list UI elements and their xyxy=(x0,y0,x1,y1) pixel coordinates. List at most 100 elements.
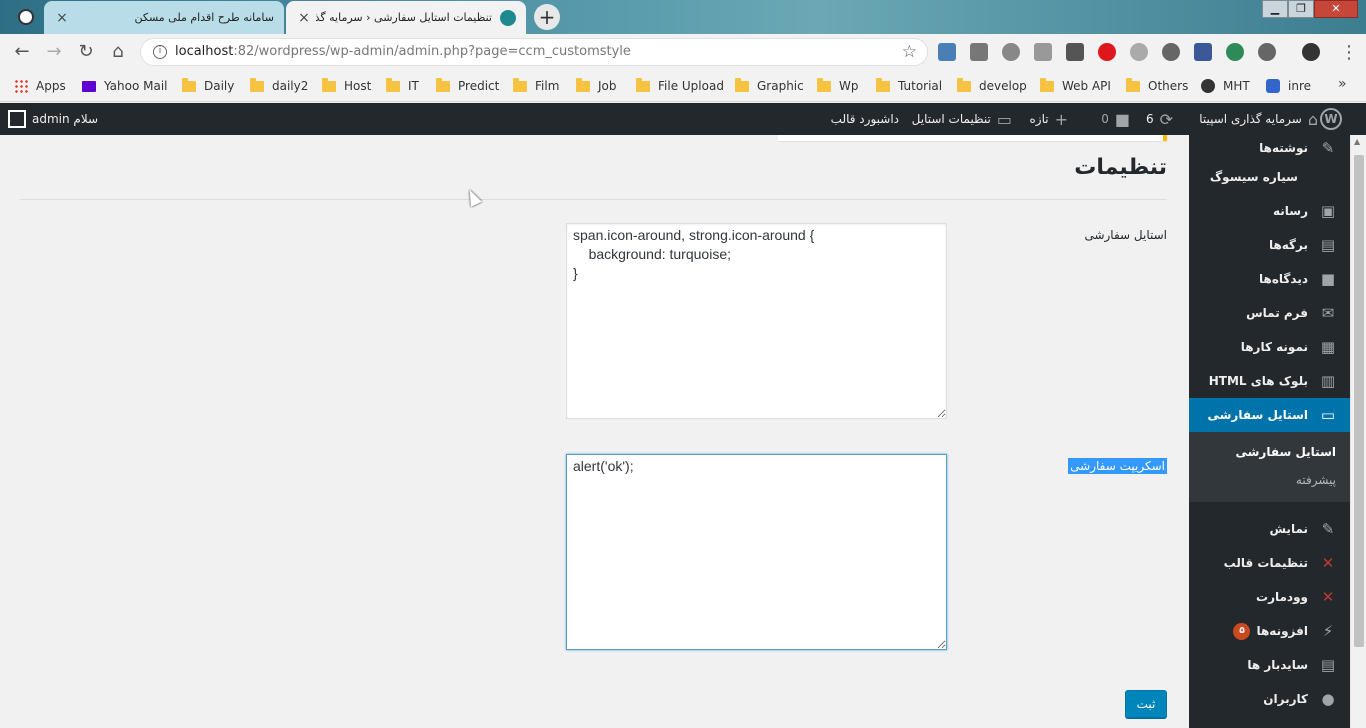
bookmark-inre[interactable]: inre xyxy=(1266,76,1311,96)
adminbar-site-name[interactable]: ⌂ سرمایه گذاری اسپیتا xyxy=(1199,103,1318,135)
wp-content: تنظیمات استایل سفارشی اسکریپت سفارشی ثبت xyxy=(0,135,1189,728)
adminbar-new[interactable]: + تازه xyxy=(1030,103,1068,135)
menu-item-posts[interactable]: ✎ نوشته‌ها xyxy=(1189,135,1350,160)
menu-item-custom-style[interactable]: ▭ استایل سفارشی xyxy=(1175,398,1350,432)
extension-icon[interactable] xyxy=(1002,43,1020,61)
folder-icon xyxy=(322,77,336,92)
wordpress-logo-icon[interactable]: W xyxy=(1320,108,1342,130)
menu-item-comments[interactable]: ■ دیدگاه‌ها xyxy=(1189,262,1350,296)
user-icon: ● xyxy=(1321,690,1335,708)
bookmark-folder[interactable]: Wp xyxy=(817,76,858,96)
opera-extension-icon[interactable] xyxy=(1098,43,1116,61)
submit-button[interactable]: ثبت xyxy=(1125,690,1167,718)
browser-tab-strip: ⚛ سامانه طرح اقدام ملی مسکن × تنظیمات اس… xyxy=(0,0,1366,34)
submenu-item-custom-style[interactable]: استایل سفارشی xyxy=(1189,438,1350,466)
adminbar-updates[interactable]: ⟳ 6 xyxy=(1146,103,1173,135)
menu-item-portfolio[interactable]: ▦ نمونه کارها xyxy=(1189,330,1350,364)
folder-icon xyxy=(436,77,450,92)
adminbar-theme-dashboard[interactable]: داشبورد قالب xyxy=(831,103,899,135)
bookmark-folder[interactable]: Tutorial xyxy=(876,76,942,96)
folder-icon xyxy=(386,77,400,92)
save-extension-icon[interactable] xyxy=(1194,43,1212,61)
forward-arrow-icon[interactable]: → xyxy=(42,41,66,63)
extension-icon[interactable] xyxy=(1226,43,1244,61)
scroll-up-arrow-icon[interactable]: ▲ xyxy=(1354,137,1360,146)
menu-item-plugins[interactable]: ⚡ افزونه‌ها ۵ xyxy=(1189,614,1350,648)
menu-item-sisoog[interactable]: سیاره سیسوگ xyxy=(1189,160,1350,194)
bookmark-mht[interactable]: MHT xyxy=(1201,76,1250,96)
extension-icon[interactable] xyxy=(1034,43,1052,61)
folder-icon xyxy=(636,77,650,92)
browser-tab-inactive[interactable]: سامانه طرح اقدام ملی مسکن × xyxy=(44,1,284,34)
extension-icon[interactable] xyxy=(938,43,956,61)
back-arrow-icon[interactable]: ← xyxy=(10,41,34,63)
menu-item-sidebars[interactable]: ▤ سایدبار ها xyxy=(1189,648,1350,682)
mail-extension-icon[interactable] xyxy=(970,43,988,61)
menu-item-html-blocks[interactable]: ▥ بلوک های HTML xyxy=(1189,364,1350,398)
scrollbar-thumb[interactable] xyxy=(1354,155,1364,647)
folder-icon xyxy=(576,77,590,92)
menu-label: وودمارت xyxy=(1256,590,1308,604)
new-tab-button[interactable]: + xyxy=(534,4,560,30)
eyedropper-icon[interactable] xyxy=(1066,43,1084,61)
menu-item-pages[interactable]: ▤ برگه‌ها xyxy=(1189,228,1350,262)
brush-icon: ✎ xyxy=(1321,520,1335,538)
globe-icon[interactable] xyxy=(18,9,34,25)
tab-close-icon[interactable]: × xyxy=(296,10,312,26)
bookmark-folder[interactable]: develop xyxy=(957,76,1027,96)
browser-menu-icon[interactable]: ⋮ xyxy=(1340,42,1358,63)
site-name-label: سرمایه گذاری اسپیتا xyxy=(1199,112,1302,126)
new-label: تازه xyxy=(1029,112,1049,126)
extension-icon[interactable] xyxy=(1258,43,1276,61)
menu-item-appearance[interactable]: ✎ نمایش xyxy=(1189,512,1350,546)
menu-item-contact-form[interactable]: ✉ فرم تماس xyxy=(1189,296,1350,330)
bookmark-folder[interactable]: Job xyxy=(576,76,617,96)
bookmark-folder[interactable]: Graphic xyxy=(735,76,804,96)
bookmark-apps[interactable]: Apps xyxy=(14,76,66,96)
monitor-icon: ▭ xyxy=(996,109,1012,129)
profile-avatar[interactable] xyxy=(1302,43,1320,61)
bookmark-yahoo-mail[interactable]: Yahoo Mail xyxy=(82,76,168,96)
window-maximize-button[interactable]: ❐ xyxy=(1288,0,1314,18)
bookmark-folder[interactable]: File Upload xyxy=(636,76,724,96)
bookmark-star-icon[interactable]: ☆ xyxy=(902,42,917,62)
bookmark-folder[interactable]: Film xyxy=(513,76,559,96)
info-icon[interactable]: i xyxy=(153,45,167,59)
home-icon[interactable]: ⌂ xyxy=(106,41,130,63)
folder-icon xyxy=(1126,77,1140,92)
bookmark-folder[interactable]: Others xyxy=(1126,76,1188,96)
reload-icon[interactable]: ↻ xyxy=(74,41,98,63)
bookmark-folder[interactable]: Web API xyxy=(1040,76,1111,96)
submenu-item-advanced[interactable]: پیشرفته xyxy=(1189,466,1350,494)
window-minimize-button[interactable]: ▁ xyxy=(1262,0,1288,18)
bookmark-folder[interactable]: Predict xyxy=(436,76,499,96)
url-text[interactable]: localhost:82/wordpress/wp-admin/admin.ph… xyxy=(175,44,631,59)
menu-item-media[interactable]: ▣ رسانه xyxy=(1189,194,1350,228)
bookmark-folder[interactable]: IT xyxy=(386,76,419,96)
window-close-button[interactable]: ✕ xyxy=(1314,0,1358,18)
custom-script-textarea[interactable] xyxy=(566,454,947,650)
bookmark-folder[interactable]: Host xyxy=(322,76,371,96)
tab-close-icon[interactable]: × xyxy=(54,10,70,26)
menu-item-users[interactable]: ● کاربران xyxy=(1189,682,1350,716)
bookmark-folder[interactable]: daily2 xyxy=(250,76,308,96)
portfolio-icon: ▦ xyxy=(1320,338,1336,356)
folder-icon xyxy=(876,77,890,92)
comment-icon: ■ xyxy=(1320,270,1336,288)
adminbar-custom-style[interactable]: ▭ تنظیمات استایل xyxy=(912,103,1012,135)
custom-style-textarea[interactable] xyxy=(566,223,947,419)
adminbar-my-account[interactable]: سلام admin xyxy=(8,103,98,135)
wordpress-extension-icon[interactable] xyxy=(1162,43,1180,61)
url-path: :82/wordpress/wp-admin/admin.php?page=cc… xyxy=(233,44,631,59)
bookmark-folder[interactable]: Daily xyxy=(182,76,234,96)
menu-item-woodmart[interactable]: ✕ وودمارت xyxy=(1189,580,1350,614)
browser-tab-active[interactable]: تنظیمات استایل سفارشی ‹ سرمایه گذاری ا × xyxy=(286,1,526,34)
adminbar-comments[interactable]: ■ 0 xyxy=(1101,103,1130,135)
globe-extension-icon[interactable] xyxy=(1130,43,1148,61)
menu-item-theme-settings[interactable]: ✕ تنظیمات قالب xyxy=(1189,546,1350,580)
page-scrollbar[interactable]: ▲ xyxy=(1350,135,1366,728)
bookmarks-overflow-chevron-icon[interactable]: » xyxy=(1338,76,1347,92)
menu-label: سیاره سیسوگ xyxy=(1209,170,1298,184)
address-bar[interactable]: i localhost:82/wordpress/wp-admin/admin.… xyxy=(140,38,928,66)
menu-label: سایدبار ها xyxy=(1247,658,1308,672)
